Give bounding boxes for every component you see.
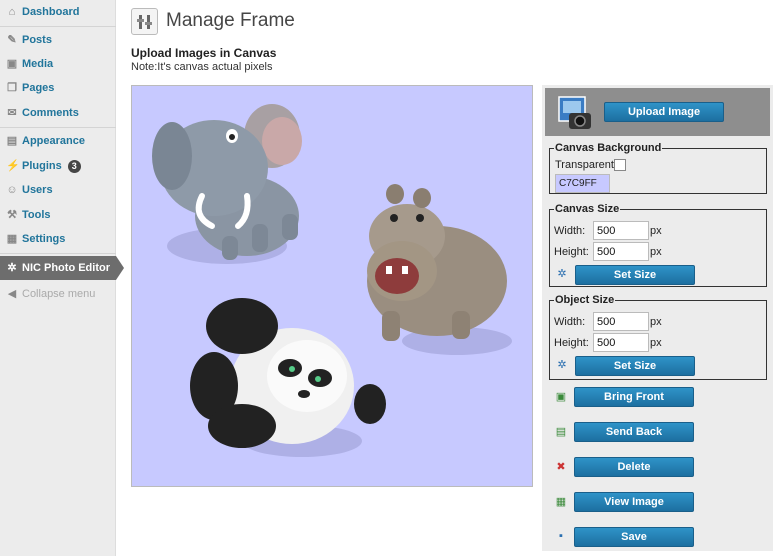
settings-icon: ▦ [6, 233, 18, 245]
save-disk-icon: ▪ [559, 530, 563, 542]
editor-panel: Upload Image Canvas Background Transpare… [542, 85, 773, 551]
canvas-height-field[interactable] [593, 242, 649, 261]
sidebar-item-label: Posts [22, 34, 52, 46]
comments-icon: ✉ [7, 107, 17, 119]
pin-icon: ✎ [7, 34, 17, 46]
set-canvas-size-button[interactable]: Set Size [575, 265, 695, 285]
sidebar-item-label: Appearance [22, 135, 85, 147]
sidebar-item-nic-photo-editor[interactable]: ✲ NIC Photo Editor [0, 256, 124, 280]
section-heading: Upload Images in Canvas [131, 46, 277, 60]
sidebar-item-label: Tools [22, 209, 51, 221]
height-label: Height: [554, 246, 589, 258]
collapse-menu-button[interactable]: ◀ Collapse menu [0, 282, 116, 306]
pages-icon: ❐ [7, 82, 17, 94]
plugins-icon: ⚡ [6, 160, 20, 172]
sidebar-item-label: Settings [22, 233, 66, 245]
camera-icon [557, 95, 593, 131]
canvas-drawing [132, 86, 532, 486]
sidebar-item-label: Media [22, 58, 54, 70]
view-image-icon: ▦ [555, 496, 567, 508]
width-label: Width: [554, 225, 586, 237]
sidebar-item-users[interactable]: ☺ Users [0, 178, 116, 202]
group-legend: Canvas Size [555, 203, 620, 215]
sidebar-item-media[interactable]: ▣ Media [0, 52, 116, 76]
menu-divider [0, 127, 116, 128]
menu-divider [0, 253, 116, 254]
px-unit-label: px [650, 246, 662, 258]
users-icon: ☺ [6, 184, 18, 196]
px-unit-label: px [650, 337, 662, 349]
set-object-size-button[interactable]: Set Size [575, 356, 695, 376]
sidebar-item-appearance[interactable]: ▤ Appearance [0, 129, 116, 153]
tools-icon: ⚒ [7, 209, 17, 221]
upload-bar: Upload Image [545, 88, 770, 136]
background-color-field[interactable] [555, 174, 610, 193]
group-legend: Canvas Background [555, 142, 662, 154]
photo-editor-icon [131, 8, 158, 35]
sidebar-item-plugins[interactable]: ⚡ Plugins 3 [0, 154, 116, 178]
save-button[interactable]: Save [574, 527, 694, 547]
sidebar-item-posts[interactable]: ✎ Posts [0, 28, 116, 52]
sidebar-item-settings[interactable]: ▦ Settings [0, 227, 116, 251]
view-image-button[interactable]: View Image [574, 492, 694, 512]
admin-sidebar: ⌂ Dashboard ✎ Posts ▣ Media ❐ Pages ✉ Co… [0, 0, 124, 556]
height-label: Height: [554, 337, 589, 349]
section-note: Note:It's canvas actual pixels [131, 61, 273, 73]
sidebar-item-label: Comments [22, 107, 79, 119]
sidebar-item-label: Dashboard [22, 6, 80, 18]
canvas-width-field[interactable] [593, 221, 649, 240]
object-height-field[interactable] [593, 333, 649, 352]
transparent-checkbox[interactable] [614, 159, 626, 171]
resize-icon: ✲ [557, 359, 567, 371]
send-back-icon: ▤ [555, 426, 567, 438]
sidebar-item-comments[interactable]: ✉ Comments [0, 101, 116, 125]
sidebar-item-label: Users [22, 184, 53, 196]
sidebar-item-tools[interactable]: ⚒ Tools [0, 203, 116, 227]
page-title: Manage Frame [166, 10, 295, 31]
resize-icon: ✲ [557, 268, 567, 280]
delete-button[interactable]: Delete [574, 457, 694, 477]
sidebar-item-label: Collapse menu [22, 288, 96, 300]
dashboard-icon: ⌂ [8, 6, 16, 18]
appearance-icon: ▤ [6, 135, 18, 147]
transparent-label: Transparent [555, 159, 614, 171]
menu-divider [0, 26, 116, 27]
send-back-button[interactable]: Send Back [574, 422, 694, 442]
sidebar-item-label: Pages [22, 82, 55, 94]
sidebar-item-label: Plugins [22, 160, 62, 172]
bring-front-icon: ▣ [555, 391, 567, 403]
collapse-icon: ◀ [7, 288, 17, 300]
group-legend: Object Size [555, 294, 615, 306]
media-icon: ▣ [6, 58, 18, 70]
editing-canvas[interactable] [131, 85, 533, 487]
update-count-badge: 3 [67, 159, 81, 173]
delete-icon: ✖ [556, 461, 566, 473]
sidebar-item-label: NIC Photo Editor [22, 262, 110, 274]
sidebar-item-dashboard[interactable]: ⌂ Dashboard [0, 0, 116, 24]
bring-front-button[interactable]: Bring Front [574, 387, 694, 407]
gear-icon: ✲ [7, 262, 17, 274]
px-unit-label: px [650, 316, 662, 328]
object-width-field[interactable] [593, 312, 649, 331]
width-label: Width: [554, 316, 586, 328]
px-unit-label: px [650, 225, 662, 237]
upload-image-button[interactable]: Upload Image [604, 102, 724, 122]
sidebar-item-pages[interactable]: ❐ Pages [0, 76, 116, 100]
